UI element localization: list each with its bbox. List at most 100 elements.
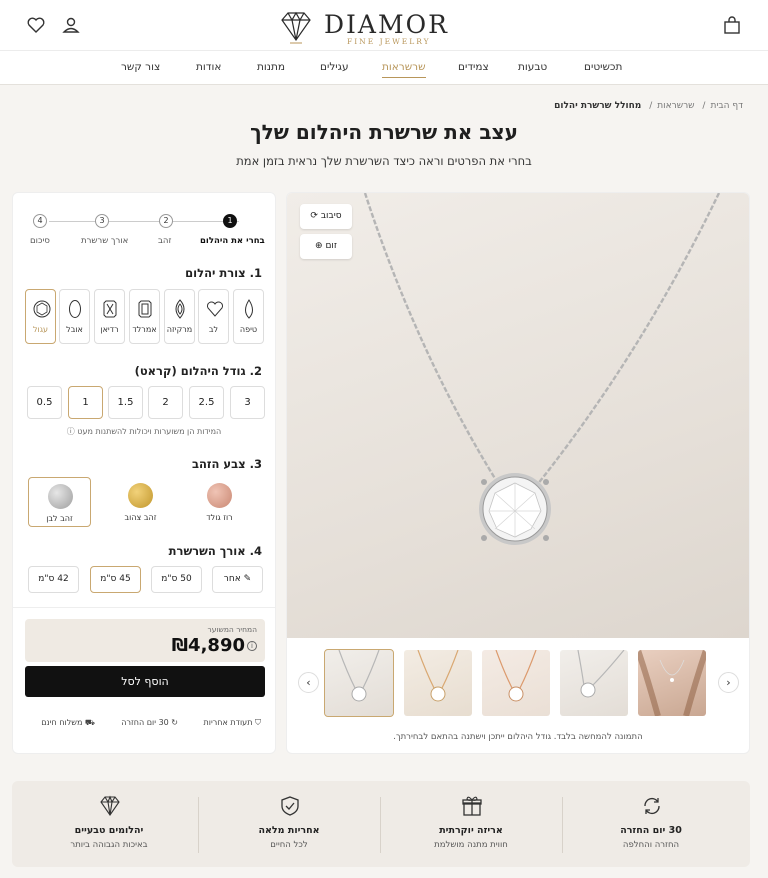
heart-shape-icon	[207, 301, 223, 317]
breadcrumb-current: מחולל שרשרת יהלום	[554, 101, 642, 111]
step-2[interactable]: 2	[159, 214, 173, 228]
gold-option-white[interactable]: זהב לבן	[28, 477, 91, 527]
step-2-label: זהב	[158, 236, 172, 246]
benefit-packaging: אריזה יוקרתית חווית מתנה מושלמת	[386, 793, 556, 857]
thumbnail-model[interactable]	[638, 650, 706, 716]
size-note-text: המידות הן משוערות ויכולות להשתנות מעט	[77, 427, 222, 436]
benefit-subtitle: לכל החיים	[270, 840, 308, 850]
gold-heading: 3. צבע הזהב	[192, 457, 262, 471]
zoom-magnifier-icon: ⊕	[315, 241, 323, 251]
step-1-label: בחרי את היהלום	[200, 236, 265, 246]
necklace-illustration	[363, 193, 721, 545]
emerald-shape-icon	[138, 300, 152, 318]
benefit-subtitle: החזרה והחלפה	[622, 840, 680, 850]
gold-option-rose[interactable]: רוז גולד	[188, 477, 251, 527]
length-option-42[interactable]: 42 ס"מ	[28, 566, 79, 593]
shape-label: לב	[208, 325, 219, 334]
thumbnail-necklace-image	[495, 650, 537, 702]
step-1[interactable]: 1	[223, 214, 237, 228]
size-option-3[interactable]: 3	[230, 386, 265, 419]
thumbnails-next-arrow[interactable]: ›	[718, 672, 739, 693]
shape-label: עגול	[32, 325, 49, 334]
benefit-subtitle: באיכות הגבוהה ביותר	[70, 840, 148, 850]
zoom-button[interactable]: זום ⊕	[300, 234, 352, 259]
length-option-45[interactable]: 45 ס"מ	[90, 566, 141, 593]
nav-item-rings[interactable]: טבעות	[518, 61, 547, 73]
shape-label: רדיאן	[100, 325, 119, 334]
benefit-title: אריזה יוקרתית	[439, 825, 503, 836]
benefits-bar: 30 יום החזרה החזרה והחלפה אריזה יוקרתית …	[12, 781, 750, 867]
length-option-other[interactable]: ✎ אחר	[212, 566, 263, 593]
shape-option-oval[interactable]: אובל	[59, 289, 90, 344]
benefit-title: אחריות מלאה	[258, 825, 320, 836]
breadcrumb-home[interactable]: דף הבית	[710, 101, 743, 111]
round-shape-icon	[33, 300, 51, 318]
length-label: אחר	[223, 574, 241, 584]
shape-option-pear[interactable]: טיפה	[233, 289, 264, 344]
thumbnail-rose-gold[interactable]	[404, 650, 472, 716]
shape-option-marquise[interactable]: מרקיזה	[164, 289, 195, 344]
gold-option-yellow[interactable]: זהב צהוב	[109, 477, 172, 527]
thumbnail-necklace-image	[338, 650, 380, 702]
step-4[interactable]: 4	[33, 214, 47, 228]
gold-label: רוז גולד	[206, 513, 233, 522]
size-option-1[interactable]: 1	[68, 386, 103, 419]
nav-item-jewelry[interactable]: תכשיטים	[584, 61, 622, 73]
nav-item-earrings[interactable]: עגילים	[320, 61, 349, 73]
necklace-preview-image	[287, 193, 749, 638]
thumbnail-yellow-gold[interactable]	[482, 650, 550, 716]
shield-check-icon: ⛉	[255, 718, 261, 727]
thumbnail-model-image	[638, 650, 706, 716]
diamond-logo-icon	[281, 11, 311, 44]
breadcrumb-necklaces[interactable]: שרשראות	[657, 101, 694, 111]
page-title: עצב את שרשרת היהלום שלך	[250, 120, 518, 144]
info-icon: ⓘ	[66, 427, 75, 436]
benefit-subtitle: חווית מתנה מושלמת	[434, 840, 508, 850]
divider	[380, 797, 381, 853]
rose-gold-swatch	[207, 483, 232, 508]
step-3[interactable]: 3	[95, 214, 109, 228]
wishlist-heart-icon[interactable]	[26, 15, 48, 37]
brand-tagline: FINE JEWELRY	[347, 37, 431, 46]
step-3-label: אורך שרשרת	[81, 236, 129, 246]
diamond-icon	[100, 795, 120, 816]
radiant-shape-icon	[103, 300, 117, 318]
truck-icon: ⛟	[84, 718, 95, 727]
breadcrumb: דף הבית/ שרשראות/ מחולל שרשרת יהלום	[554, 101, 743, 111]
shape-label: טיפה	[239, 325, 258, 334]
thumbnail-necklace-image	[417, 650, 459, 702]
nav-item-about[interactable]: אודות	[196, 61, 221, 73]
image-caption: התמונה להמחשה בלבד. גודל היהלום ייתכן וי…	[393, 732, 643, 742]
shape-option-emerald[interactable]: אמרלד	[129, 289, 160, 344]
shape-label: מרקיזה	[166, 325, 193, 334]
benefit-warranty: אחריות מלאה לכל החיים	[204, 793, 374, 857]
nav-item-bracelets[interactable]: צמידים	[458, 61, 489, 73]
nav-item-necklaces[interactable]: שרשראות	[382, 61, 426, 78]
shape-option-radiant[interactable]: רדיאן	[94, 289, 125, 344]
add-to-cart-button[interactable]: הוסף לסל	[25, 666, 265, 697]
benefit-returns: 30 יום החזרה החזרה והחלפה	[566, 793, 736, 857]
thumbnails-prev-arrow[interactable]: ‹	[298, 672, 319, 693]
shape-option-round[interactable]: עגול	[25, 289, 56, 344]
size-note: המידות הן משוערות ויכולות להשתנות מעט ⓘ	[13, 426, 275, 437]
size-option-2-5[interactable]: 2.5	[189, 386, 224, 419]
site-header: DIAMOR FINE JEWELRY	[0, 0, 768, 51]
price-info-icon[interactable]: i	[247, 641, 257, 651]
nav-item-gifts[interactable]: מתנות	[257, 61, 285, 73]
refresh-icon: ↻	[171, 718, 178, 727]
user-account-icon[interactable]	[61, 15, 83, 37]
shopping-bag-icon[interactable]	[722, 15, 744, 37]
shield-icon	[281, 796, 299, 816]
size-option-0-5[interactable]: 0.5	[27, 386, 62, 419]
thumbnail-white-gold-angle[interactable]	[560, 650, 628, 716]
brand-logo[interactable]: DIAMOR FINE JEWELRY	[278, 8, 450, 48]
shape-option-heart[interactable]: לב	[198, 289, 229, 344]
thumbnail-white-gold[interactable]	[324, 649, 394, 717]
size-option-2[interactable]: 2	[148, 386, 183, 419]
nav-item-contact[interactable]: צור קשר	[121, 61, 160, 73]
size-option-1-5[interactable]: 1.5	[108, 386, 143, 419]
rotate-button[interactable]: סיבוב ⟳	[300, 204, 352, 229]
return-icon	[644, 798, 660, 814]
length-option-50[interactable]: 50 ס"מ	[151, 566, 202, 593]
shape-label: אמרלד	[132, 325, 157, 334]
